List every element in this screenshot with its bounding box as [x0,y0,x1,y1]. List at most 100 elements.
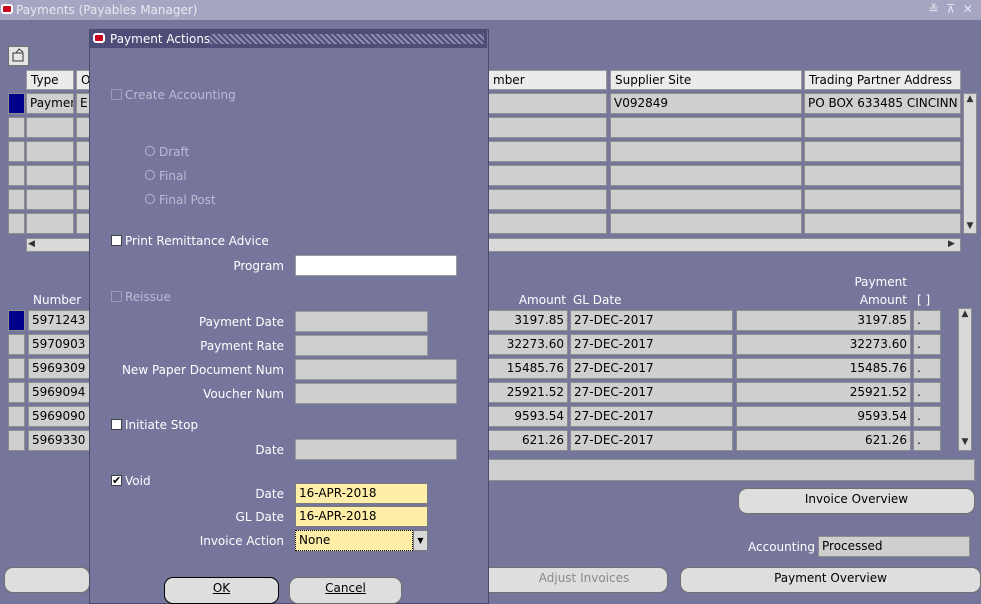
empty-cell[interactable] [610,141,802,162]
scroll-down-icon[interactable]: ▼ [958,437,972,447]
draft-radio[interactable] [145,146,155,156]
invoice-row-selector[interactable] [8,310,25,331]
payment-row-selector[interactable] [8,117,25,138]
attachment-icon[interactable] [8,46,29,66]
scroll-right-icon[interactable]: ▶ [948,239,955,249]
payment-address-cell[interactable]: PO BOX 633485 CINCINN [804,93,961,114]
payment-supplier-site-cell[interactable]: V092849 [610,93,802,114]
invoice-payment-amount-cell[interactable]: 621.26 [736,430,911,451]
invoice-payment-amount-cell[interactable]: 25921.52 [736,382,911,403]
invoice-amount-cell[interactable]: 32273.60 [488,334,568,355]
invoice-payment-amount-cell[interactable]: 3197.85 [736,310,911,331]
payment-type-cell[interactable]: Paymen [26,93,74,114]
empty-cell[interactable] [26,165,74,186]
empty-cell[interactable] [488,189,607,210]
invoice-gl-date-cell[interactable]: 27-DEC-2017 [570,382,733,403]
empty-cell[interactable] [610,117,802,138]
payment-row-selector[interactable] [8,213,25,234]
invoice-flag-cell[interactable]: . [913,358,941,379]
payment-row-selector[interactable] [8,189,25,210]
invoice-number-cell[interactable]: 5969309 [28,358,90,379]
reissue-checkbox[interactable] [111,291,122,302]
invoice-flag-cell[interactable]: . [913,406,941,427]
invoice-amount-cell[interactable]: 15485.76 [488,358,568,379]
empty-cell[interactable] [488,117,607,138]
program-input[interactable] [295,255,457,276]
payments-vertical-scrollbar[interactable]: ▲ [963,93,977,234]
gl-date-input[interactable]: 16-APR-2018 [295,506,428,527]
invoice-gl-date-cell[interactable]: 27-DEC-2017 [570,310,733,331]
empty-cell[interactable] [26,213,74,234]
empty-cell[interactable] [26,189,74,210]
description-field[interactable] [488,459,975,481]
invoice-payment-amount-cell[interactable]: 32273.60 [736,334,911,355]
voucher-num-input[interactable] [295,383,457,404]
payment-date-input[interactable] [295,311,428,332]
invoice-number-cell[interactable]: 5969094 [28,382,90,403]
invoice-gl-date-cell[interactable]: 27-DEC-2017 [570,334,733,355]
stop-date-input[interactable] [295,439,457,460]
payment-row-selector[interactable] [8,141,25,162]
empty-cell[interactable] [610,213,802,234]
new-paper-document-num-input[interactable] [295,359,457,380]
dropdown-arrow-icon[interactable]: ▼ [413,530,428,551]
invoice-number-cell[interactable]: 5969330 [28,430,90,451]
payment-rate-input[interactable] [295,335,428,356]
empty-cell[interactable] [76,165,90,186]
empty-cell[interactable] [26,141,74,162]
empty-cell[interactable] [610,165,802,186]
invoice-action-select[interactable]: None [295,530,413,551]
empty-cell[interactable] [26,117,74,138]
invoice-row-selector[interactable] [8,334,25,355]
invoice-number-cell[interactable]: 5969090 [28,406,90,427]
adjust-invoices-button[interactable]: Adjust Invoices [470,567,668,593]
window-controls-icon[interactable]: ≚ ⊼ ✕ [928,2,975,16]
invoice-flag-cell[interactable]: . [913,334,941,355]
final-radio[interactable] [145,170,155,180]
empty-cell[interactable] [488,141,607,162]
invoice-row-selector[interactable] [8,430,25,451]
empty-cell[interactable] [804,117,961,138]
ok-button[interactable]: OK [164,577,279,604]
empty-cell[interactable] [804,213,961,234]
invoice-gl-date-cell[interactable]: 27-DEC-2017 [570,358,733,379]
invoice-payment-amount-cell[interactable]: 15485.76 [736,358,911,379]
payment-overview-button[interactable]: Payment Overview [680,567,981,593]
invoice-amount-cell[interactable]: 3197.85 [488,310,568,331]
invoice-payment-amount-cell[interactable]: 9593.54 [736,406,911,427]
void-date-input[interactable]: 16-APR-2018 [295,483,428,504]
invoice-flag-cell[interactable]: . [913,430,941,451]
scroll-down-icon[interactable]: ▼ [963,221,977,231]
invoice-gl-date-cell[interactable]: 27-DEC-2017 [570,406,733,427]
scroll-up-icon[interactable]: ▲ [959,309,971,319]
empty-cell[interactable] [610,189,802,210]
invoice-amount-cell[interactable]: 621.26 [488,430,568,451]
scroll-left-icon[interactable]: ◀ [28,239,35,249]
empty-cell[interactable] [76,117,90,138]
empty-cell[interactable] [488,213,607,234]
empty-cell[interactable] [76,189,90,210]
invoice-flag-cell[interactable]: . [913,310,941,331]
create-accounting-checkbox[interactable] [111,89,122,100]
payment-row-selector[interactable] [8,165,25,186]
invoice-flag-cell[interactable]: . [913,382,941,403]
invoice-gl-date-cell[interactable]: 27-DEC-2017 [570,430,733,451]
invoice-amount-cell[interactable]: 9593.54 [488,406,568,427]
payment-row-selector[interactable] [8,93,25,114]
empty-cell[interactable] [804,189,961,210]
left-partial-button[interactable] [4,567,90,593]
invoice-row-selector[interactable] [8,406,25,427]
final-post-radio[interactable] [145,194,155,204]
invoice-number-cell[interactable]: 5970903 [28,334,90,355]
initiate-stop-checkbox[interactable] [111,419,122,430]
invoices-vertical-scrollbar[interactable]: ▲ [958,308,972,451]
empty-cell[interactable] [488,165,607,186]
scroll-up-icon[interactable]: ▲ [964,94,976,104]
invoice-row-selector[interactable] [8,358,25,379]
void-checkbox[interactable]: ✔ [111,475,122,486]
payment-number-cell[interactable] [488,93,607,114]
empty-cell[interactable] [76,141,90,162]
empty-cell[interactable] [76,213,90,234]
payment-o-cell[interactable]: E [76,93,90,114]
empty-cell[interactable] [804,141,961,162]
